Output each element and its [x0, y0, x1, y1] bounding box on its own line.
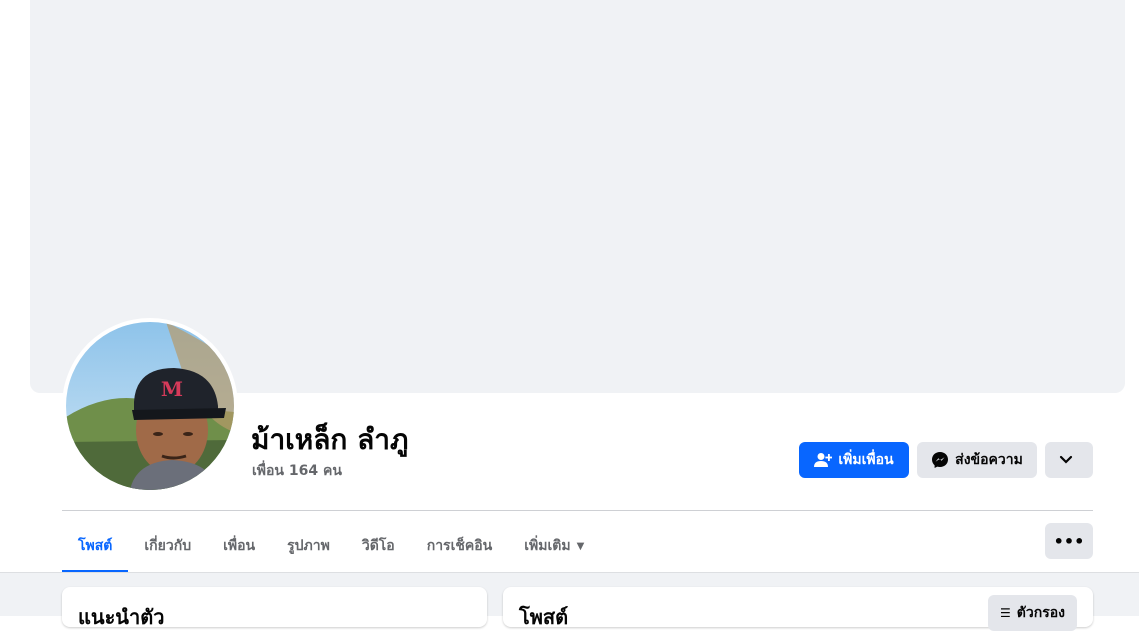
tab-videos[interactable]: วิดีโอ — [346, 520, 411, 572]
intro-title: แนะนำตัว — [78, 605, 165, 629]
tab-label: เพื่อน — [223, 538, 256, 554]
profile-tabs: โพสต์ เกี่ยวกับ เพื่อน รูปภาพ วิดีโอ การ… — [62, 520, 600, 573]
more-dots-button[interactable]: ••• — [1045, 523, 1093, 559]
add-friend-icon — [814, 453, 833, 467]
message-button[interactable]: ส่งข้อความ — [917, 442, 1037, 478]
tab-photos[interactable]: รูปภาพ — [271, 520, 346, 572]
messenger-icon — [932, 452, 949, 468]
tab-label: เพิ่มเติม — [524, 538, 571, 554]
tab-label: วิดีโอ — [361, 538, 395, 554]
posts-card: โพสต์ ☰ ตัวกรอง — [503, 587, 1093, 631]
filter-icon: ☰ — [1000, 606, 1011, 620]
message-label: ส่งข้อความ — [955, 452, 1023, 468]
intro-card: แนะนำตัว — [62, 587, 487, 629]
friends-count[interactable]: เพื่อน 164 คน — [252, 460, 342, 482]
tab-label: การเช็คอิน — [426, 538, 493, 554]
tab-checkins[interactable]: การเช็คอิน — [411, 520, 509, 572]
avatar-image: M — [66, 322, 234, 490]
add-friend-label: เพิ่มเพื่อน — [838, 452, 894, 468]
caret-down-icon: ▼ — [576, 540, 585, 552]
tab-label: โพสต์ — [78, 538, 113, 554]
tab-more[interactable]: เพิ่มเติม ▼ — [508, 520, 600, 572]
chevron-down-icon — [1059, 455, 1073, 464]
filter-button[interactable]: ☰ ตัวกรอง — [988, 595, 1077, 631]
tab-label: เกี่ยวกับ — [144, 538, 192, 554]
profile-avatar[interactable]: M — [66, 322, 234, 490]
posts-title: โพสต์ — [519, 605, 569, 629]
more-dots-icon: ••• — [1053, 531, 1085, 551]
profile-name: ม้าเหล็ก ลำภู — [251, 423, 409, 456]
svg-text:M: M — [161, 377, 183, 401]
tab-posts[interactable]: โพสต์ — [62, 520, 129, 573]
header-divider — [62, 510, 1093, 511]
tab-about[interactable]: เกี่ยวกับ — [128, 520, 207, 572]
tab-label: รูปภาพ — [287, 538, 330, 554]
add-friend-button[interactable]: เพิ่มเพื่อน — [799, 442, 909, 478]
filter-label: ตัวกรอง — [1016, 605, 1065, 621]
tab-friends[interactable]: เพื่อน — [207, 520, 271, 572]
profile-options-button[interactable] — [1045, 442, 1093, 478]
